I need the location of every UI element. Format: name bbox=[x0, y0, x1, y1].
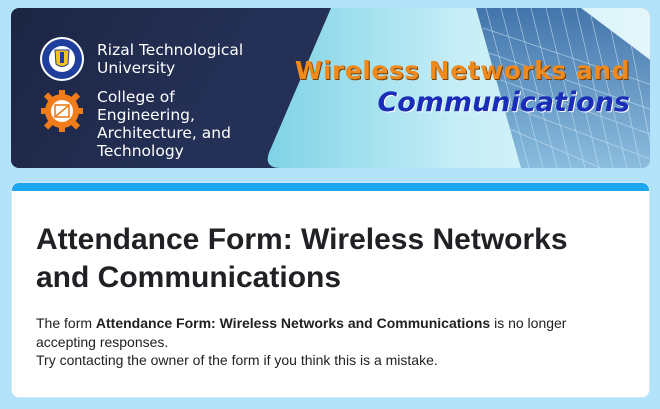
gear-logo-icon bbox=[41, 90, 83, 132]
notice-form-name: Attendance Form: Wireless Networks and C… bbox=[95, 315, 491, 331]
college-name: College of Engineering, Architecture, an… bbox=[97, 88, 231, 160]
university-name-line2: University bbox=[97, 59, 176, 77]
notice-contact-owner: Try contacting the owner of the form if … bbox=[36, 352, 438, 368]
university-block: Rizal Technological University bbox=[39, 36, 243, 82]
card-accent-bar bbox=[12, 183, 649, 191]
notice-prefix: The form bbox=[36, 315, 96, 331]
university-name: Rizal Technological University bbox=[97, 41, 243, 77]
rtu-seal-icon bbox=[40, 37, 84, 81]
college-block: College of Engineering, Architecture, an… bbox=[39, 88, 231, 160]
college-name-line4: Technology bbox=[97, 142, 184, 160]
college-name-line3: Architecture, and bbox=[97, 124, 231, 142]
closed-notice: The form Attendance Form: Wireless Netwo… bbox=[36, 314, 625, 370]
course-title: Wireless Networks and Communications bbox=[295, 56, 630, 118]
college-name-line1: College of bbox=[97, 88, 175, 106]
course-title-line2: Communications bbox=[377, 87, 630, 118]
course-title-line1: Wireless Networks and bbox=[294, 56, 630, 85]
form-card: Attendance Form: Wireless Networks and C… bbox=[11, 182, 650, 398]
form-title: Attendance Form: Wireless Networks and C… bbox=[36, 223, 568, 294]
university-name-line1: Rizal Technological bbox=[97, 41, 244, 59]
college-name-line2: Engineering, bbox=[97, 106, 195, 124]
header-banner: Rizal Technological University College o… bbox=[11, 8, 650, 168]
